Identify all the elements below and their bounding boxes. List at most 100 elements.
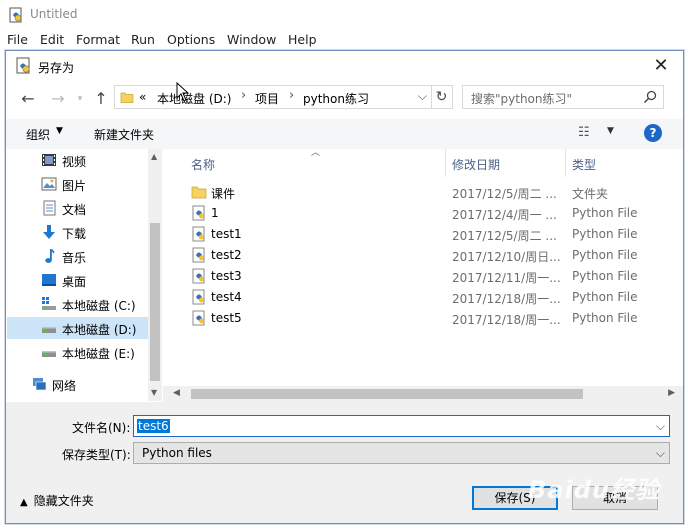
file-date: 2017/12/18/周一... — [452, 313, 561, 327]
nav-item-videos[interactable]: 视频 — [7, 149, 149, 171]
python-file-icon — [192, 310, 205, 326]
organize-dropdown-icon[interactable]: ▼ — [56, 126, 63, 136]
python-file-icon — [192, 268, 205, 284]
address-segment-folder[interactable]: python练习 — [303, 90, 369, 107]
menu-format[interactable]: Format — [76, 32, 120, 47]
address-bar[interactable]: « 本地磁盘 (D:) › 项目 › python练习 ⌵ — [114, 85, 432, 109]
scroll-up-icon[interactable]: ▲ — [151, 152, 157, 161]
pictures-icon — [41, 177, 57, 191]
organize-button[interactable]: 组织 — [26, 126, 50, 143]
music-icon — [45, 249, 55, 263]
address-segment-drive[interactable]: 本地磁盘 (D:) — [157, 90, 231, 107]
nav-item-downloads[interactable]: 下载 — [7, 221, 149, 243]
file-name: test2 — [211, 248, 242, 262]
menu-options[interactable]: Options — [167, 32, 215, 47]
scroll-down-icon[interactable]: ▼ — [151, 388, 157, 397]
address-segment-project[interactable]: 项目 — [255, 90, 279, 107]
column-header-date[interactable]: 修改日期 — [446, 149, 565, 177]
filename-input[interactable]: test6 ⌵ — [133, 415, 670, 437]
chevron-down-icon[interactable]: ⌵ — [418, 89, 427, 104]
nav-item-label: 下载 — [62, 227, 87, 241]
recent-dropdown-icon[interactable]: ▾ — [70, 89, 90, 109]
view-dropdown-icon[interactable]: ▼ — [607, 126, 614, 136]
close-icon[interactable]: ✕ — [651, 56, 671, 76]
file-type: Python File — [572, 290, 638, 304]
search-input[interactable]: 搜索"python练习" — [462, 85, 664, 109]
menu-edit[interactable]: Edit — [40, 32, 64, 47]
filename-label: 文件名(N): — [72, 421, 131, 435]
file-row[interactable]: 课件 2017/12/5/周二 ... 文件夹 — [183, 182, 608, 203]
view-options-icon[interactable]: ☷ — [578, 125, 590, 140]
file-row[interactable]: 1 2017/12/4/周一 ... Python File — [183, 203, 638, 224]
menu-run[interactable]: Run — [131, 32, 155, 47]
nav-item-music[interactable]: 音乐 — [7, 245, 149, 267]
column-header-name[interactable]: ︿ 名称 — [163, 148, 445, 177]
nav-item-label: 图片 — [62, 179, 87, 193]
nav-item-label: 本地磁盘 (E:) — [62, 347, 135, 361]
filetype-select[interactable]: Python files ⌵ — [133, 442, 670, 464]
filetype-label: 保存类型(T): — [62, 448, 131, 462]
menu-window[interactable]: Window — [227, 32, 276, 47]
file-row[interactable]: test3 2017/12/11/周一... Python File — [183, 266, 638, 287]
documents-icon — [43, 200, 56, 216]
back-arrow-icon[interactable]: ← — [18, 89, 38, 109]
file-row[interactable]: test1 2017/12/5/周二 ... Python File — [183, 224, 638, 245]
folder-icon — [191, 186, 207, 199]
chevron-down-icon[interactable]: ⌵ — [656, 446, 665, 461]
file-list-scrollbar[interactable]: ◀ ▶ — [163, 386, 683, 402]
file-row[interactable]: test4 2017/12/18/周一... Python File — [183, 287, 638, 308]
menu-help[interactable]: Help — [288, 32, 317, 47]
video-icon — [42, 154, 56, 166]
filename-value[interactable]: test6 — [137, 419, 170, 433]
help-icon[interactable]: ? — [644, 124, 662, 142]
search-placeholder: 搜索"python练习" — [471, 92, 573, 106]
file-type: Python File — [572, 248, 638, 262]
column-header-type[interactable]: 类型 — [566, 149, 666, 177]
file-row[interactable]: test5 2017/12/18/周一... Python File — [183, 308, 638, 329]
command-toolbar: 组织 ▼ 新建文件夹 ☷ ▼ ? — [6, 119, 683, 149]
nav-item-network[interactable]: 网络 — [7, 373, 149, 395]
address-overflow[interactable]: « — [139, 90, 146, 104]
hide-folders-toggle[interactable]: ▲ 隐藏文件夹 — [20, 492, 94, 509]
nav-item-drive-d[interactable]: 本地磁盘 (D:) — [7, 317, 149, 339]
file-row[interactable]: test2 2017/12/10/周日... Python File — [183, 245, 638, 266]
nav-pane-scrollbar[interactable]: ▲ ▼ — [148, 149, 162, 401]
scroll-right-icon[interactable]: ▶ — [668, 388, 675, 398]
file-type: Python File — [572, 311, 638, 325]
file-name: 1 — [211, 206, 219, 220]
file-type: Python File — [572, 227, 638, 241]
python-file-icon — [192, 226, 205, 242]
chevron-up-icon: ▲ — [20, 497, 28, 508]
file-type: Python File — [572, 206, 638, 220]
file-name: test1 — [211, 227, 242, 241]
file-type: 文件夹 — [572, 187, 609, 201]
up-arrow-icon[interactable]: ↑ — [91, 89, 111, 109]
chevron-right-icon[interactable]: › — [289, 88, 294, 103]
chevron-down-icon[interactable]: ⌵ — [656, 419, 665, 434]
dialog-titlebar: 另存为 ✕ — [6, 51, 683, 81]
scroll-left-icon[interactable]: ◀ — [173, 388, 180, 398]
drive-icon — [42, 351, 56, 357]
column-header-label: 修改日期 — [452, 158, 501, 172]
scrollbar-thumb[interactable] — [150, 223, 160, 381]
nav-item-drive-e[interactable]: 本地磁盘 (E:) — [7, 341, 149, 363]
python-file-icon — [192, 289, 205, 305]
nav-item-drive-c[interactable]: 本地磁盘 (C:) — [7, 293, 149, 315]
idle-window-title: Untitled — [30, 7, 78, 21]
file-date: 2017/12/11/周一... — [452, 271, 561, 285]
menu-file[interactable]: File — [7, 32, 28, 47]
nav-item-label: 网络 — [52, 379, 77, 393]
nav-item-label: 音乐 — [62, 251, 87, 265]
refresh-icon[interactable]: ↻ — [431, 85, 453, 109]
nav-item-pictures[interactable]: 图片 — [7, 173, 149, 195]
nav-item-desktop[interactable]: 桌面 — [7, 269, 149, 291]
folder-icon — [120, 92, 134, 103]
nav-item-label: 桌面 — [62, 275, 87, 289]
dialog-title: 另存为 — [38, 61, 75, 75]
forward-arrow-icon[interactable]: → — [48, 89, 68, 109]
new-folder-button[interactable]: 新建文件夹 — [94, 126, 154, 143]
chevron-right-icon[interactable]: › — [241, 88, 246, 103]
nav-item-documents[interactable]: 文档 — [7, 197, 149, 219]
scrollbar-thumb[interactable] — [191, 389, 583, 399]
search-icon[interactable] — [643, 90, 657, 104]
